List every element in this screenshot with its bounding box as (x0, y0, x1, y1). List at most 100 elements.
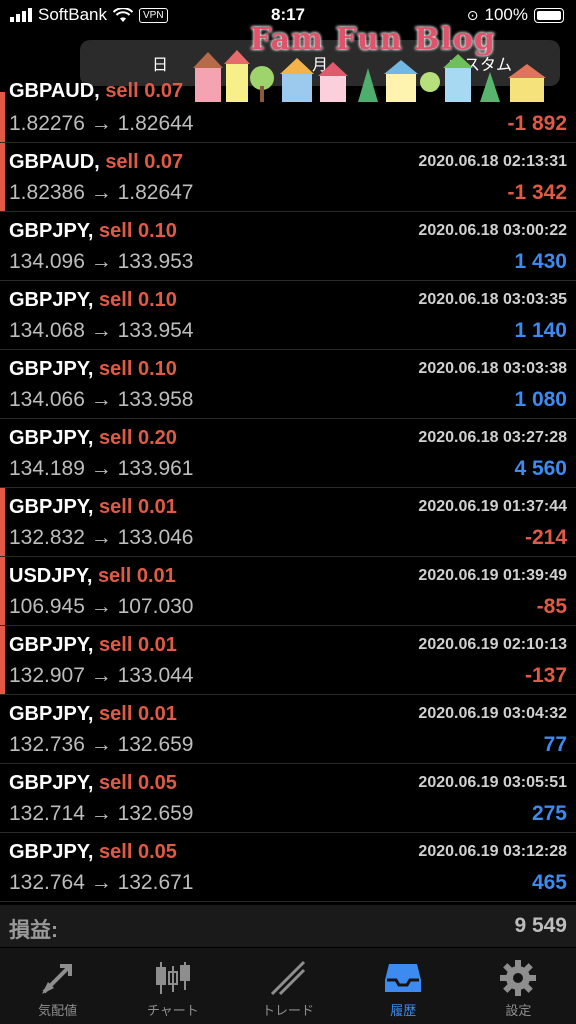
trade-row[interactable]: GBPJPY, sell 0.01 2020.06.19 02:10:13 132.… (0, 626, 576, 695)
trade-profit: -214 (524, 526, 567, 549)
trade-symbol: GBPJPY, sell 0.05 (9, 841, 177, 864)
segment-custom[interactable]: カスタム (400, 51, 560, 75)
side-text: sell (99, 427, 133, 449)
segment-day[interactable]: 日 (80, 51, 240, 75)
trade-symbol: GBPJPY, sell 0.10 (9, 358, 177, 381)
trade-side: sell 0.05 (99, 772, 177, 794)
trade-time: 2020.06.19 02:10:13 (418, 636, 567, 653)
side-text: sell (105, 151, 139, 173)
trade-row[interactable]: GBPJPY, sell 0.05 2020.06.19 03:05:51 132.… (0, 764, 576, 833)
trade-symbol: GBPJPY, sell 0.20 (9, 427, 177, 450)
battery-percent: 100% (484, 5, 528, 24)
side-text: sell (97, 565, 132, 587)
trade-row[interactable]: GBPJPY, sell 0.10 2020.06.18 03:03:38 134.… (0, 350, 576, 419)
trade-row[interactable]: GBPJPY, sell 0.05 2020.06.19 03:12:28 132.… (0, 833, 576, 902)
side-text: sell (99, 220, 133, 242)
lots-text: 0.05 (137, 772, 177, 794)
trade-row[interactable]: GBPJPY, sell 0.01 2020.06.19 01:37:44 132.… (0, 488, 576, 557)
trade-time: 2020.06.19 03:12:28 (418, 843, 567, 860)
symbol-text: GBPJPY, (9, 358, 94, 380)
lots-text: 0.01 (137, 703, 177, 725)
symbol-text: GBPJPY, (9, 772, 94, 794)
trade-time: 2020.06.18 03:27:28 (418, 429, 567, 446)
tab-settings[interactable]: 設定 (461, 948, 576, 1024)
trade-side: sell 0.07 (105, 80, 183, 102)
symbol-text: GBPJPY, (9, 841, 94, 863)
trade-symbol: GBPJPY, sell 0.01 (9, 496, 177, 519)
lots-text: 0.10 (137, 220, 177, 242)
trade-side: sell 0.10 (99, 289, 177, 311)
trade-profit: 275 (531, 802, 567, 825)
tab-quotes[interactable]: 気配値 (0, 948, 115, 1024)
trade-row[interactable]: GBPJPY, sell 0.10 2020.06.18 03:03:35 134.… (0, 281, 576, 350)
tab-label: 気配値 (38, 1003, 78, 1018)
lots-text: 0.10 (137, 289, 177, 311)
tab-chart[interactable]: チャート (115, 948, 230, 1024)
trade-profit: 4 560 (514, 457, 567, 480)
battery-icon (534, 7, 564, 23)
trade-row[interactable]: GBPAUD, sell 0.07 1.82276 → 1.82644 -1 892 (0, 80, 576, 143)
gear-icon (461, 958, 576, 998)
trade-side: sell 0.10 (99, 220, 177, 242)
trade-time: 2020.06.18 02:13:31 (418, 153, 567, 170)
status-bar: SoftBank VPN 8:17 ⊙ 100% (0, 0, 576, 32)
symbol-text: GBPAUD, (9, 80, 100, 102)
trade-row[interactable]: GBPJPY, sell 0.10 2020.06.18 03:00:22 134.… (0, 212, 576, 281)
symbol-text: GBPJPY, (9, 703, 94, 725)
rotation-lock-icon: ⊙ (466, 6, 479, 23)
trade-row[interactable]: GBPJPY, sell 0.01 2020.06.19 03:04:32 132.… (0, 695, 576, 764)
trade-profit: 465 (531, 871, 567, 894)
side-text: sell (99, 772, 133, 794)
trade-prices: 134.096 → 133.953 (9, 250, 194, 273)
trade-side: sell 0.01 (99, 634, 177, 656)
trade-profit: -1 892 (507, 112, 567, 135)
tab-trade[interactable]: トレード (230, 948, 345, 1024)
inbox-tray-icon (346, 958, 461, 998)
tab-label: トレード (262, 1003, 315, 1018)
segment-month[interactable]: 月 (240, 51, 400, 75)
tab-history[interactable]: 履歴 (346, 948, 461, 1024)
profit-total-row: 損益: 9 549 (0, 905, 576, 947)
total-value: 9 549 (514, 914, 567, 937)
trade-symbol: GBPJPY, sell 0.01 (9, 703, 177, 726)
trade-symbol: GBPAUD, sell 0.07 (9, 80, 183, 103)
trade-prices: 132.832 → 133.046 (9, 526, 194, 549)
trade-profit: 1 140 (514, 319, 567, 342)
trade-profit: -85 (536, 595, 567, 618)
symbol-text: GBPJPY, (9, 289, 94, 311)
trade-row[interactable]: GBPJPY, sell 0.20 2020.06.18 03:27:28 134.… (0, 419, 576, 488)
trade-symbol: GBPJPY, sell 0.05 (9, 772, 177, 795)
candlestick-icon (115, 958, 230, 998)
trade-time: 2020.06.18 03:03:35 (418, 291, 567, 308)
symbol-text: GBPJPY, (9, 634, 94, 656)
side-text: sell (99, 634, 133, 656)
symbol-text: USDJPY, (9, 565, 93, 587)
trade-history-list: GBPAUD, sell 0.07 1.82276 → 1.82644 -1 892… (0, 80, 576, 902)
tab-label: チャート (146, 1003, 199, 1018)
lots-text: 0.07 (144, 80, 184, 102)
side-text: sell (99, 703, 133, 725)
trade-symbol: GBPJPY, sell 0.01 (9, 634, 177, 657)
trade-side: sell 0.07 (105, 151, 183, 173)
trade-row[interactable]: GBPAUD, sell 0.07 2020.06.18 02:13:31 1.82… (0, 143, 576, 212)
lots-text: 0.10 (137, 358, 177, 380)
lots-text: 0.07 (144, 151, 184, 173)
trade-side: sell 0.01 (98, 565, 176, 587)
trade-prices: 134.189 → 133.961 (9, 457, 194, 480)
trade-symbol: GBPJPY, sell 0.10 (9, 220, 177, 243)
trade-side: sell 0.01 (99, 703, 177, 725)
lots-text: 0.20 (137, 427, 177, 449)
trade-profit: 1 430 (514, 250, 567, 273)
side-text: sell (99, 841, 133, 863)
trade-prices: 132.736 → 132.659 (9, 733, 194, 756)
side-text: sell (99, 289, 133, 311)
trend-line-icon (230, 958, 345, 998)
total-label: 損益: (9, 919, 58, 942)
symbol-text: GBPJPY, (9, 496, 94, 518)
trade-row[interactable]: USDJPY, sell 0.01 2020.06.19 01:39:49 106.… (0, 557, 576, 626)
trade-side: sell 0.05 (99, 841, 177, 863)
trade-time: 2020.06.19 01:39:49 (418, 567, 567, 584)
trade-time: 2020.06.19 03:05:51 (418, 774, 567, 791)
trade-symbol: USDJPY, sell 0.01 (9, 565, 176, 588)
symbol-text: GBPJPY, (9, 220, 94, 242)
